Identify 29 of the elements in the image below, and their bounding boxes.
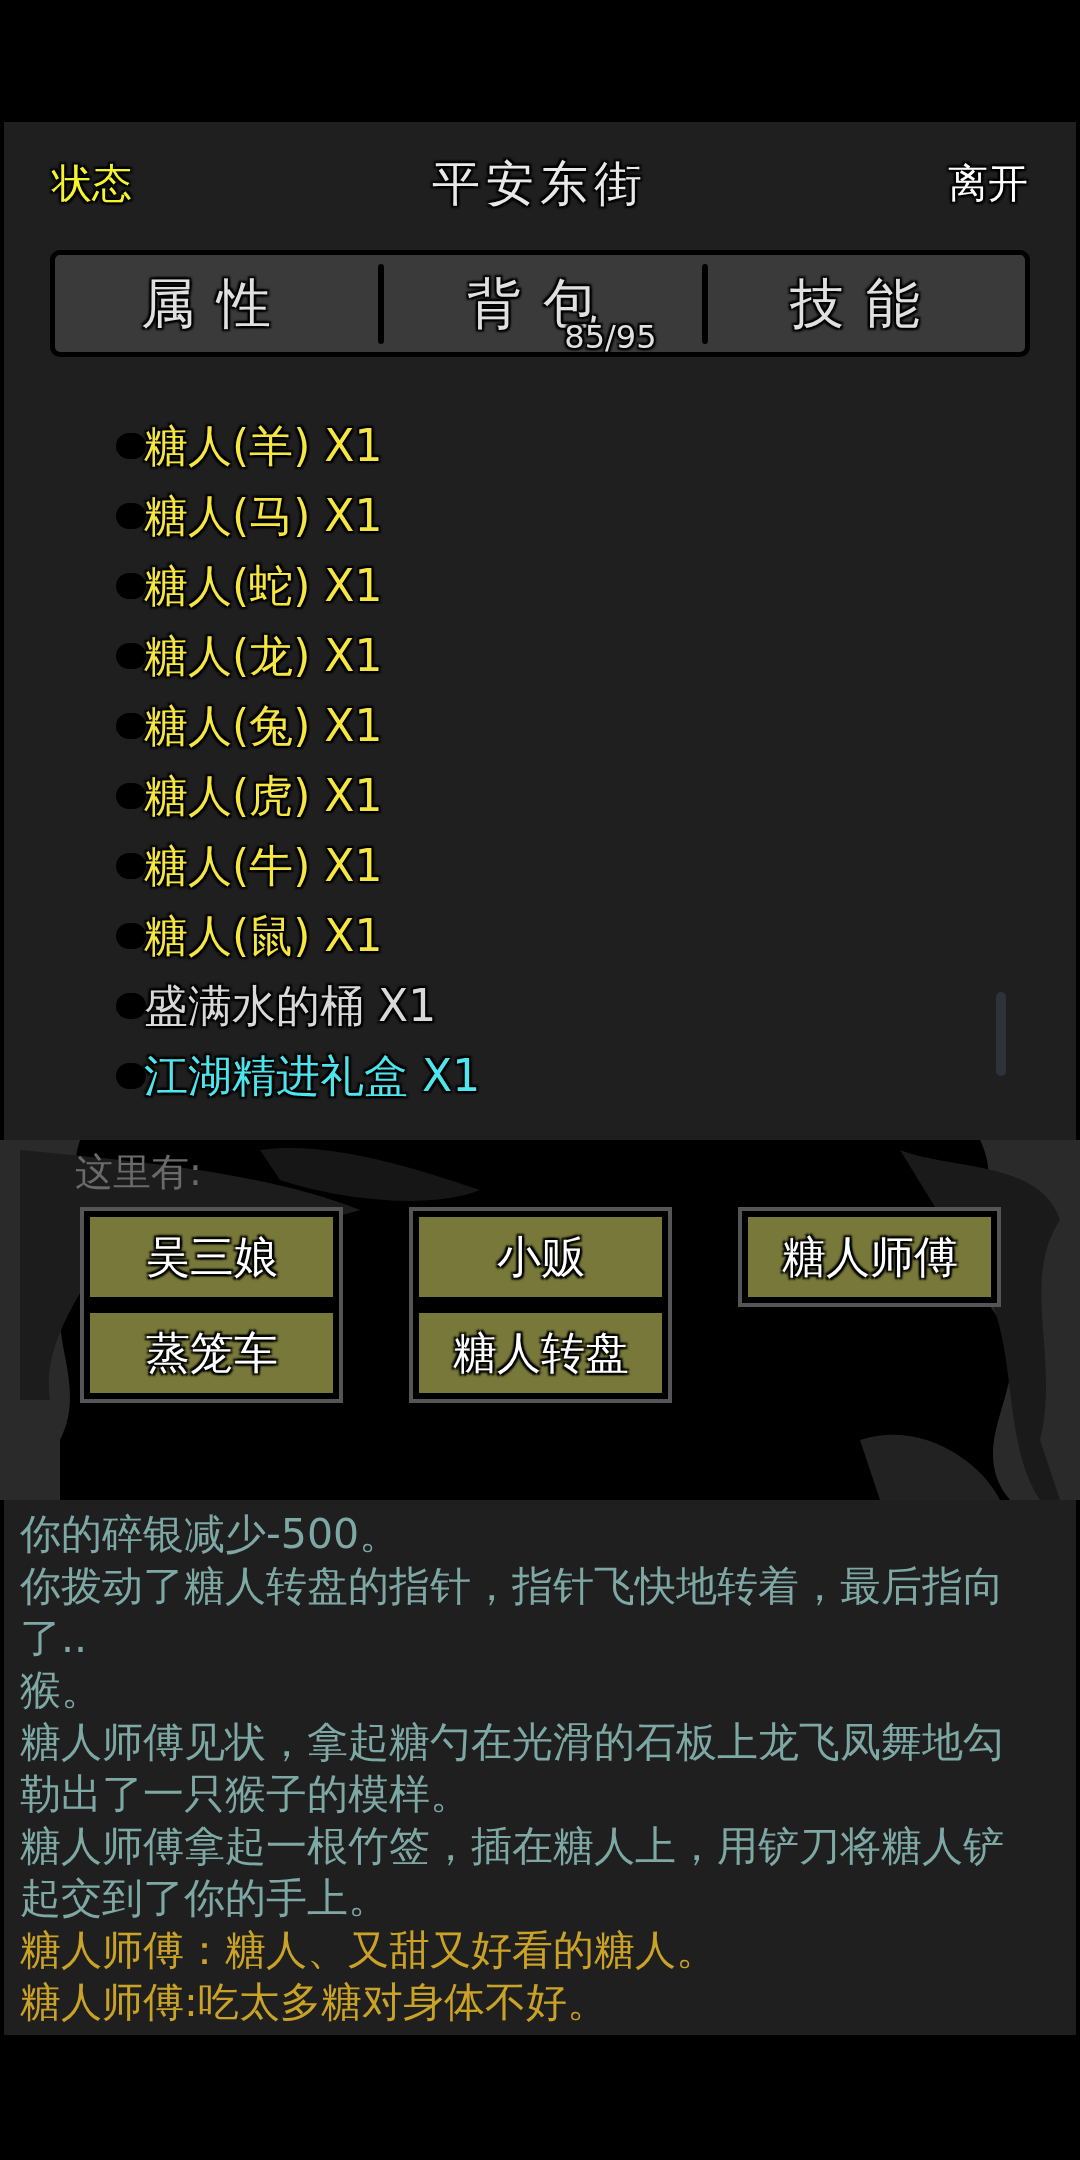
- npc-button[interactable]: 小贩: [419, 1217, 662, 1297]
- npc-button[interactable]: 糖人师傅: [748, 1217, 991, 1297]
- inventory-item[interactable]: 江湖精进礼盒 X1: [144, 1043, 481, 1109]
- inventory-item[interactable]: 糖人(蛇) X1: [144, 553, 383, 619]
- inventory-item[interactable]: 糖人(兔) X1: [144, 693, 383, 759]
- log-message: 猴。: [20, 1665, 103, 1716]
- log-message: 糖人师傅:吃太多糖对身体不好。: [20, 1977, 609, 2028]
- tab[interactable]: 背包 85/95: [384, 255, 702, 352]
- inventory-item[interactable]: 糖人(羊) X1: [144, 413, 383, 479]
- npc-button[interactable]: 吴三娘: [90, 1217, 333, 1297]
- log-message: 糖人师傅见状，拿起糖勺在光滑的石板上龙飞凤舞地勾勒出了一只猴子的模样。: [20, 1717, 1005, 1820]
- inventory-item[interactable]: 盛满水的桶 X1: [144, 973, 437, 1039]
- log-message: 糖人师傅拿起一根竹签，插在糖人上，用铲刀将糖人铲起交到了你的手上。: [20, 1821, 1005, 1924]
- tab[interactable]: 属性: [55, 255, 379, 352]
- inventory-item[interactable]: 糖人(龙) X1: [144, 623, 383, 689]
- status-link[interactable]: 状态: [52, 153, 132, 213]
- here-label: 这里有:: [75, 1149, 203, 1196]
- inventory-item[interactable]: 糖人(虎) X1: [144, 763, 383, 829]
- log-message: 糖人师傅：糖人、又甜又好看的糖人。: [20, 1925, 718, 1976]
- log-message: 你拨动了糖人转盘的指针，指针飞快地转着，最后指向了..: [20, 1561, 1005, 1664]
- npc-button[interactable]: 糖人转盘: [419, 1313, 662, 1393]
- inventory-item[interactable]: 糖人(鼠) X1: [144, 903, 383, 969]
- tab[interactable]: 技能: [707, 255, 1025, 352]
- location-title: 平安东街: [432, 154, 648, 213]
- inventory-item[interactable]: 糖人(牛) X1: [144, 833, 383, 899]
- inventory-item[interactable]: 糖人(马) X1: [144, 483, 383, 549]
- npc-button[interactable]: 蒸笼车: [90, 1313, 333, 1393]
- log-message: 你的碎银减少-500。: [20, 1509, 402, 1560]
- leave-link[interactable]: 离开: [948, 153, 1028, 213]
